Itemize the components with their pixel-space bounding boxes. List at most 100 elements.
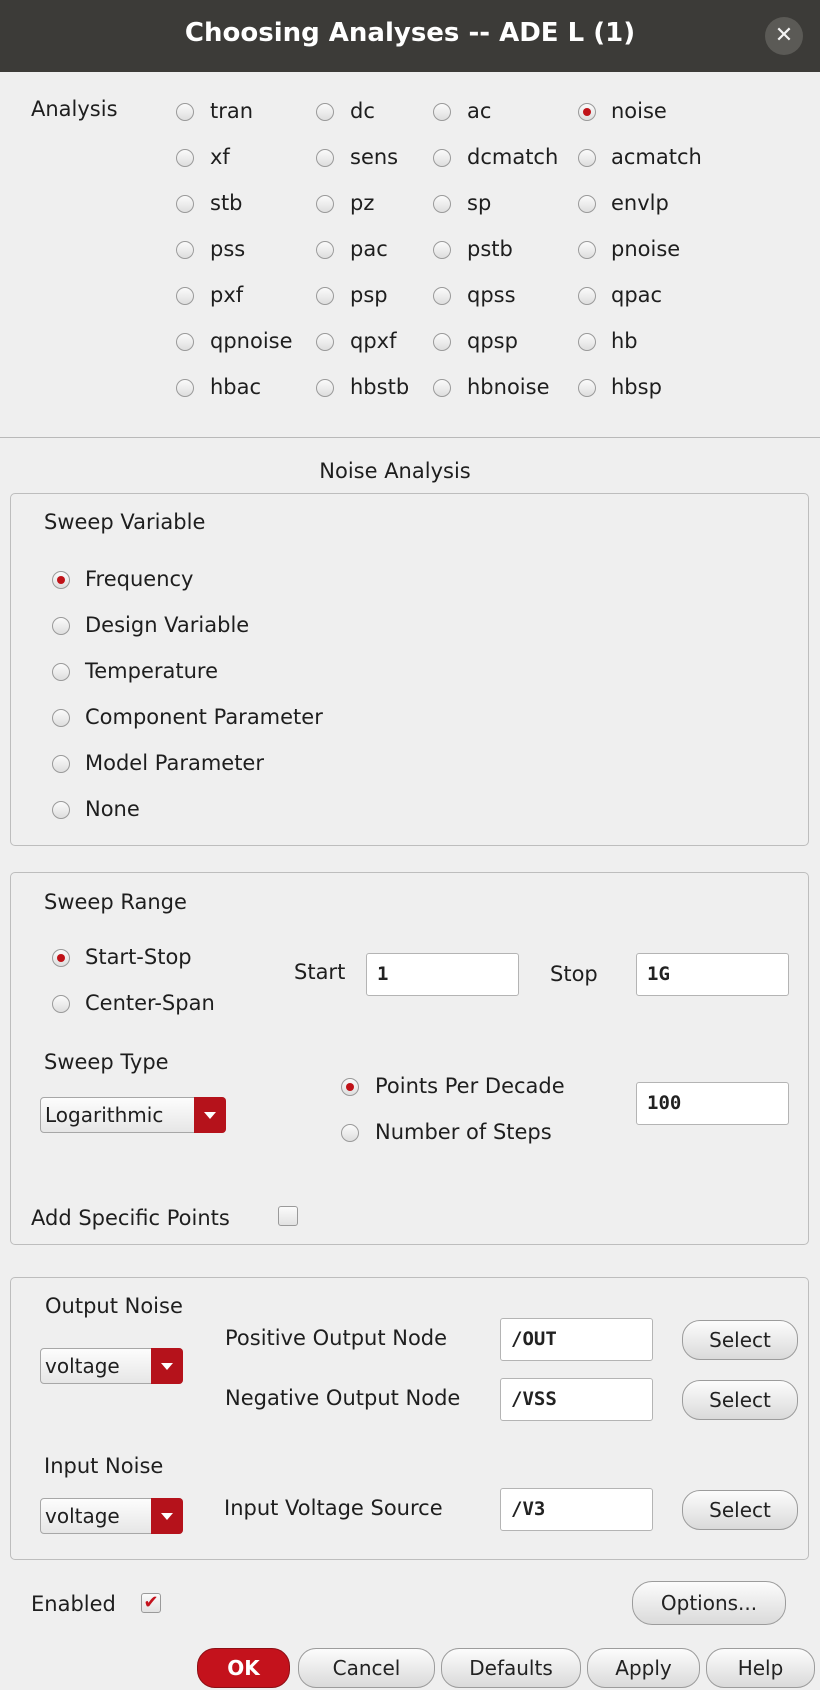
analysis-label-ac: ac <box>467 99 492 123</box>
analysis-radio-dcmatch[interactable] <box>433 149 451 167</box>
sweep-variable-label-component-parameter: Component Parameter <box>85 705 323 729</box>
points-per-decade-radio[interactable] <box>341 1078 359 1096</box>
select-input-source-button[interactable]: Select <box>682 1490 798 1530</box>
output-noise-label: Output Noise <box>45 1294 183 1318</box>
sweep-variable-radio-design-variable[interactable] <box>52 617 70 635</box>
analysis-label-pss: pss <box>210 237 246 261</box>
analysis-label-pz: pz <box>350 191 375 215</box>
analysis-radio-dc[interactable] <box>316 103 334 121</box>
sweep-variable-radio-model-parameter[interactable] <box>52 755 70 773</box>
analysis-radio-qpxf[interactable] <box>316 333 334 351</box>
sweep-variable-label-model-parameter: Model Parameter <box>85 751 264 775</box>
start-stop-radio[interactable] <box>52 949 70 967</box>
select-negative-node-button[interactable]: Select <box>682 1380 798 1420</box>
analysis-radio-qpsp[interactable] <box>433 333 451 351</box>
analysis-label-qpac: qpac <box>611 283 663 307</box>
analysis-label-stb: stb <box>210 191 243 215</box>
select-positive-node-button[interactable]: Select <box>682 1320 798 1360</box>
negative-output-node-label: Negative Output Node <box>225 1386 461 1410</box>
sweep-variable-label-frequency: Frequency <box>85 567 194 591</box>
defaults-button[interactable]: Defaults <box>441 1648 581 1688</box>
analysis-label: Analysis <box>31 97 118 121</box>
input-noise-dropdown[interactable]: voltage <box>40 1498 183 1534</box>
start-stop-label: Start-Stop <box>85 945 192 969</box>
analysis-label-dc: dc <box>350 99 375 123</box>
analysis-label-pnoise: pnoise <box>611 237 681 261</box>
center-span-label: Center-Span <box>85 991 215 1015</box>
output-noise-value: voltage <box>45 1354 120 1378</box>
analysis-label-qpxf: qpxf <box>350 329 397 353</box>
analysis-radio-tran[interactable] <box>176 103 194 121</box>
analysis-radio-qpnoise[interactable] <box>176 333 194 351</box>
help-button[interactable]: Help <box>706 1648 815 1688</box>
analysis-label-hbac: hbac <box>210 375 262 399</box>
points-input[interactable]: 100 <box>636 1082 789 1125</box>
analysis-radio-acmatch[interactable] <box>578 149 596 167</box>
analysis-label-qpss: qpss <box>467 283 516 307</box>
analysis-radio-hbsp[interactable] <box>578 379 596 397</box>
analysis-label-hb: hb <box>611 329 638 353</box>
analysis-radio-stb[interactable] <box>176 195 194 213</box>
number-of-steps-radio[interactable] <box>341 1124 359 1142</box>
analysis-radio-pz[interactable] <box>316 195 334 213</box>
stop-input[interactable]: 1G <box>636 953 789 996</box>
cancel-button[interactable]: Cancel <box>298 1648 435 1688</box>
positive-output-node-label: Positive Output Node <box>225 1326 448 1350</box>
sweep-type-dropdown[interactable]: Logarithmic <box>40 1097 226 1133</box>
analysis-radio-qpss[interactable] <box>433 287 451 305</box>
analysis-radio-qpac[interactable] <box>578 287 596 305</box>
analysis-radio-hbac[interactable] <box>176 379 194 397</box>
analysis-radio-envlp[interactable] <box>578 195 596 213</box>
start-input[interactable]: 1 <box>366 953 519 996</box>
input-voltage-source-label: Input Voltage Source <box>224 1496 443 1520</box>
input-noise-label: Input Noise <box>44 1454 164 1478</box>
analysis-radio-pnoise[interactable] <box>578 241 596 259</box>
sweep-variable-radio-none[interactable] <box>52 801 70 819</box>
analysis-label-pxf: pxf <box>210 283 244 307</box>
sweep-variable-radio-component-parameter[interactable] <box>52 709 70 727</box>
analysis-radio-pxf[interactable] <box>176 287 194 305</box>
analysis-radio-psp[interactable] <box>316 287 334 305</box>
analysis-label-acmatch: acmatch <box>611 145 702 169</box>
analysis-radio-hb[interactable] <box>578 333 596 351</box>
positive-output-node-input[interactable]: /OUT <box>500 1318 653 1361</box>
analysis-radio-noise[interactable] <box>578 103 596 121</box>
analysis-label-pac: pac <box>350 237 388 261</box>
analysis-radio-hbstb[interactable] <box>316 379 334 397</box>
number-of-steps-label: Number of Steps <box>375 1120 552 1144</box>
analysis-radio-pstb[interactable] <box>433 241 451 259</box>
analysis-radio-hbnoise[interactable] <box>433 379 451 397</box>
analysis-radio-ac[interactable] <box>433 103 451 121</box>
analysis-radio-pac[interactable] <box>316 241 334 259</box>
sweep-variable-radio-temperature[interactable] <box>52 663 70 681</box>
analysis-label-psp: psp <box>350 283 388 307</box>
analysis-radio-pss[interactable] <box>176 241 194 259</box>
analysis-label-pstb: pstb <box>467 237 513 261</box>
analysis-radio-sens[interactable] <box>316 149 334 167</box>
center-span-radio[interactable] <box>52 995 70 1013</box>
ok-button[interactable]: OK <box>197 1648 290 1688</box>
analysis-label-envlp: envlp <box>611 191 669 215</box>
analysis-label-sp: sp <box>467 191 492 215</box>
window-title: Choosing Analyses -- ADE L (1) <box>184 18 636 48</box>
input-voltage-source-input[interactable]: /V3 <box>500 1488 653 1531</box>
apply-button[interactable]: Apply <box>587 1648 700 1688</box>
negative-output-node-input[interactable]: /VSS <box>500 1378 653 1421</box>
analysis-radio-sp[interactable] <box>433 195 451 213</box>
enabled-checkbox[interactable]: ✔ <box>141 1593 161 1613</box>
analysis-label-dcmatch: dcmatch <box>467 145 559 169</box>
close-icon[interactable]: ✕ <box>765 17 803 55</box>
sweep-type-label: Sweep Type <box>44 1050 169 1074</box>
analysis-label-noise: noise <box>611 99 667 123</box>
output-noise-dropdown[interactable]: voltage <box>40 1348 183 1384</box>
add-specific-points-checkbox[interactable] <box>278 1206 298 1226</box>
sweep-type-value: Logarithmic <box>45 1103 164 1127</box>
chevron-down-icon <box>151 1498 183 1534</box>
options-button[interactable]: Options... <box>632 1581 786 1625</box>
input-noise-value: voltage <box>45 1504 120 1528</box>
analysis-radio-xf[interactable] <box>176 149 194 167</box>
start-label: Start <box>294 960 346 984</box>
section-divider <box>0 437 820 438</box>
noise-analysis-heading: Noise Analysis <box>319 459 471 483</box>
sweep-variable-radio-frequency[interactable] <box>52 571 70 589</box>
